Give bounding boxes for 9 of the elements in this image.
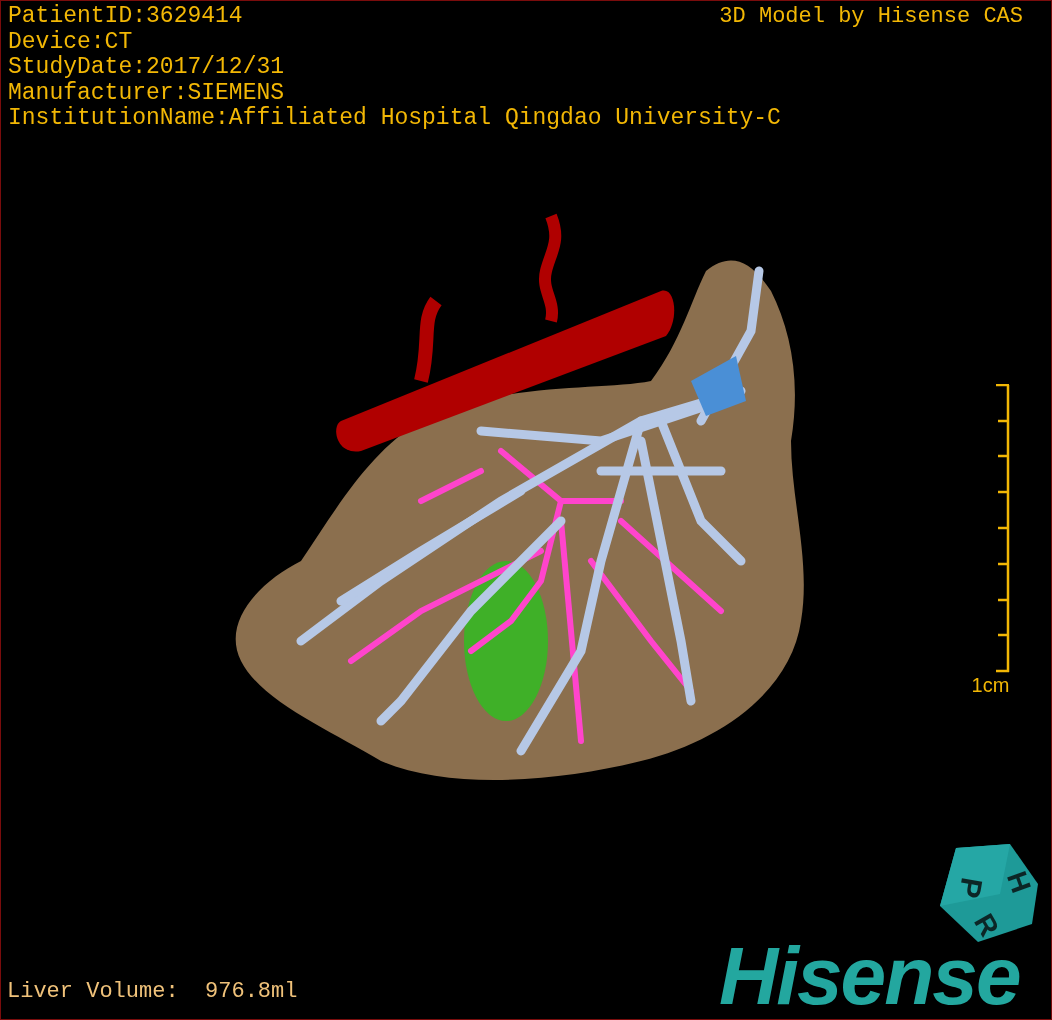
- patient-info-line: Manufacturer:SIEMENS: [8, 80, 285, 106]
- liver-volume-readout: Liver Volume: 976.8ml: [7, 979, 298, 1005]
- patient-info-line: InstitutionName:Affiliated Hospital Qingdao University-C: [8, 106, 781, 132]
- viewer-title: 3D Model by Hisense CAS: [719, 4, 1023, 30]
- orientation-cube[interactable]: P R H: [938, 844, 1040, 944]
- patient-info-line: PatientID:3629414: [8, 4, 243, 30]
- scale-label: 1cm: [971, 674, 1010, 696]
- patient-info-line: StudyDate:2017/12/31: [8, 55, 285, 81]
- patient-info-line: Device:CT: [8, 29, 133, 55]
